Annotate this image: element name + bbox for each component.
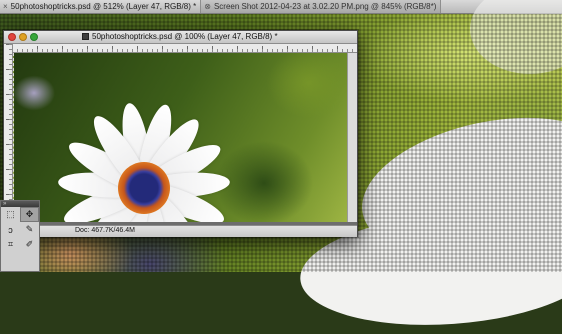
eyedropper-tool-icon[interactable]: ✐ — [20, 237, 39, 252]
tab-label: Screen Shot 2012-04-23 at 3.02.20 PM.png… — [213, 2, 437, 11]
flower-center — [118, 162, 170, 214]
document-tab-50photoshoptricks[interactable]: × 50photoshoptricks.psd @ 512% (Layer 47… — [0, 0, 202, 13]
document-status-bar: Doc: 467.7K/46.4M — [4, 225, 357, 237]
document-title-text: 50photoshoptricks.psd @ 100% (Layer 47, … — [92, 32, 278, 41]
document-titlebar[interactable]: 50photoshoptricks.psd @ 100% (Layer 47, … — [4, 31, 357, 44]
lasso-tool-icon[interactable]: ↄ — [1, 222, 20, 237]
minimize-window-button[interactable] — [19, 33, 27, 41]
vertical-ruler[interactable] — [4, 44, 13, 225]
tab-label: 50photoshoptricks.psd @ 512% (Layer 47, … — [10, 2, 197, 11]
crop-tool-icon[interactable]: ⌗ — [1, 237, 20, 252]
document-window: 50photoshoptricks.psd @ 100% (Layer 47, … — [3, 30, 358, 237]
document-icon — [82, 33, 89, 40]
zoom-window-button[interactable] — [30, 33, 38, 41]
marquee-tool-icon[interactable]: ⬚ — [1, 207, 20, 222]
horizontal-ruler[interactable] — [12, 44, 357, 53]
close-tab-icon[interactable]: ⊗ — [204, 2, 211, 11]
tools-panel: » ⬚ ✥ ↄ ✎ ⌗ ✐ — [0, 200, 40, 272]
document-tab-screen-shot[interactable]: ⊗ Screen Shot 2012-04-23 at 3.02.20 PM.p… — [201, 0, 442, 13]
document-size-status[interactable]: Doc: 467.7K/46.4M — [75, 227, 135, 234]
vertical-scrollbar[interactable] — [347, 53, 357, 222]
document-title: 50photoshoptricks.psd @ 100% (Layer 47, … — [82, 32, 278, 41]
flower-image — [14, 53, 347, 222]
background-petal — [470, 0, 562, 74]
move-tool-icon[interactable]: ✥ — [20, 207, 39, 222]
quick-select-tool-icon[interactable]: ✎ — [20, 222, 39, 237]
close-tab-icon[interactable]: × — [3, 2, 8, 11]
close-window-button[interactable] — [8, 33, 16, 41]
document-canvas[interactable] — [13, 53, 348, 222]
